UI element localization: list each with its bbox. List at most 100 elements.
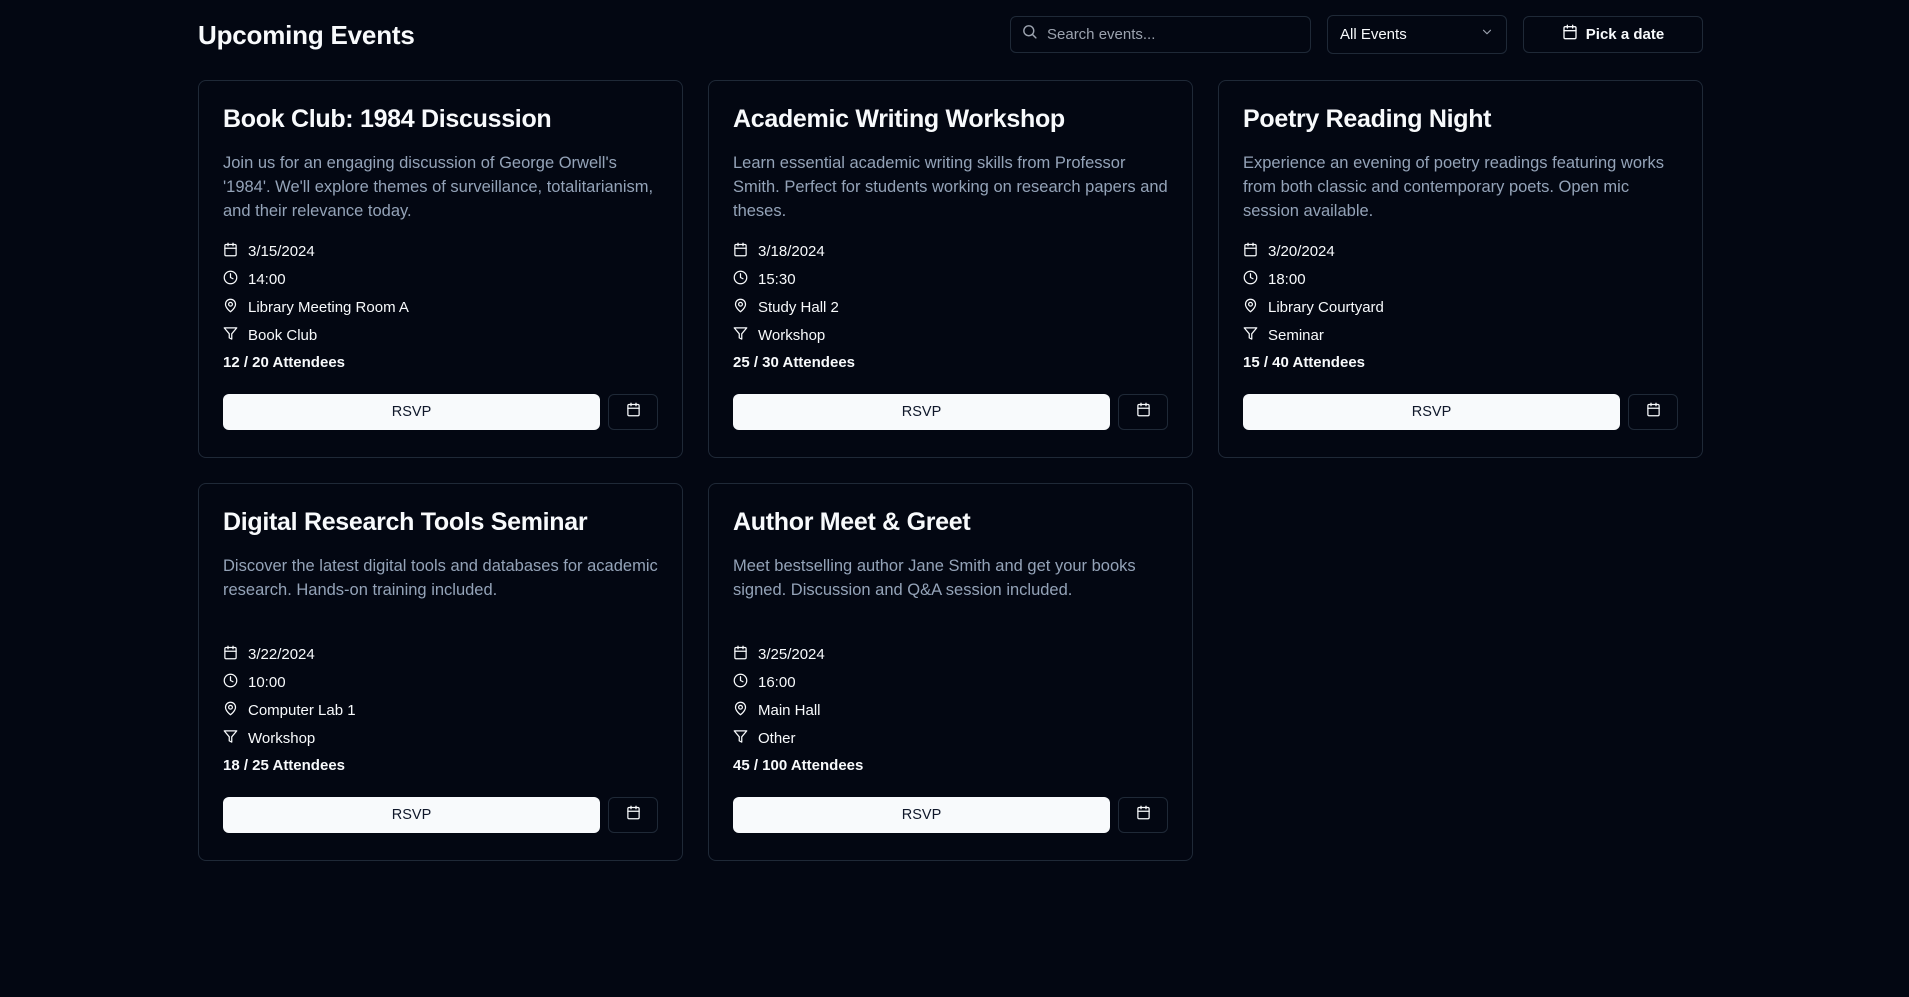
event-location-row: Computer Lab 1 <box>223 696 658 724</box>
event-time-row: 15:30 <box>733 265 1168 293</box>
calendar-icon <box>1243 242 1258 261</box>
event-location: Computer Lab 1 <box>248 701 356 719</box>
event-actions: RSVP <box>1243 394 1678 430</box>
event-card: Author Meet & Greet Meet bestselling aut… <box>708 483 1193 861</box>
calendar-icon <box>1136 805 1151 825</box>
event-category: Other <box>758 729 796 747</box>
rsvp-button[interactable]: RSVP <box>733 394 1110 430</box>
event-time-row: 16:00 <box>733 668 1168 696</box>
clock-icon <box>1243 270 1258 289</box>
event-title: Poetry Reading Night <box>1243 105 1492 133</box>
calendar-icon <box>223 645 238 664</box>
event-type-select[interactable]: All Events <box>1327 14 1507 54</box>
event-description: Discover the latest digital tools and da… <box>223 557 658 599</box>
header-controls: All Events Pick a date <box>1010 14 1703 54</box>
event-actions: RSVP <box>733 797 1168 833</box>
page-title: Upcoming Events <box>198 19 415 50</box>
rsvp-button[interactable]: RSVP <box>223 797 600 833</box>
calendar-icon <box>223 242 238 261</box>
calendar-icon <box>626 805 641 825</box>
event-title: Author Meet & Greet <box>733 508 971 536</box>
event-category-row: Other <box>733 724 1168 752</box>
event-location-row: Main Hall <box>733 696 1168 724</box>
event-card: Book Club: 1984 Discussion Join us for a… <box>198 80 683 458</box>
pick-date-label: Pick a date <box>1585 25 1665 43</box>
event-card: Academic Writing Workshop Learn essentia… <box>708 80 1193 458</box>
event-title: Book Club: 1984 Discussion <box>223 105 552 133</box>
event-date-row: 3/18/2024 <box>733 237 1168 265</box>
event-meta: 3/18/2024 15:30 Study Hall 2 Workshop 25… <box>733 237 1168 377</box>
event-time: 15:30 <box>758 270 796 288</box>
search-input[interactable] <box>1047 25 1300 43</box>
event-actions: RSVP <box>223 394 658 430</box>
event-category: Workshop <box>758 326 826 344</box>
map-pin-icon <box>733 298 748 317</box>
event-date: 3/15/2024 <box>248 242 315 260</box>
events-grid: Book Club: 1984 Discussion Join us for a… <box>198 80 1703 861</box>
event-description: Join us for an engaging discussion of Ge… <box>223 154 654 220</box>
event-description: Learn essential academic writing skills … <box>733 154 1168 220</box>
calendar-icon <box>1562 24 1578 44</box>
event-category: Book Club <box>248 326 318 344</box>
filter-icon <box>733 729 748 748</box>
calendar-icon <box>733 645 748 664</box>
event-description: Experience an evening of poetry readings… <box>1243 154 1664 220</box>
calendar-icon <box>733 242 748 261</box>
rsvp-button[interactable]: RSVP <box>733 797 1110 833</box>
rsvp-button[interactable]: RSVP <box>1243 394 1620 430</box>
event-attendees: 12 / 20 Attendees <box>223 354 345 371</box>
event-location: Main Hall <box>758 701 821 719</box>
clock-icon <box>733 673 748 692</box>
map-pin-icon <box>733 701 748 720</box>
event-title: Academic Writing Workshop <box>733 105 1065 133</box>
pick-date-button[interactable]: Pick a date <box>1523 15 1703 53</box>
event-time-row: 14:00 <box>223 265 658 293</box>
filter-icon <box>1243 326 1258 345</box>
event-attendees: 15 / 40 Attendees <box>1243 354 1365 371</box>
event-date: 3/20/2024 <box>1268 242 1335 260</box>
event-date-row: 3/15/2024 <box>223 237 658 265</box>
event-card: Poetry Reading Night Experience an eveni… <box>1218 80 1703 458</box>
event-time-row: 18:00 <box>1243 265 1678 293</box>
filter-icon <box>733 326 748 345</box>
event-description: Meet bestselling author Jane Smith and g… <box>733 557 1136 599</box>
event-attendees: 18 / 25 Attendees <box>223 757 345 774</box>
event-category: Seminar <box>1268 326 1324 344</box>
event-time: 18:00 <box>1268 270 1306 288</box>
search-box[interactable] <box>1010 15 1311 53</box>
calendar-icon <box>1646 402 1661 422</box>
map-pin-icon <box>223 701 238 720</box>
add-to-calendar-button[interactable] <box>608 394 658 430</box>
event-category-row: Workshop <box>223 724 658 752</box>
event-date: 3/25/2024 <box>758 645 825 663</box>
event-date-row: 3/25/2024 <box>733 640 1168 668</box>
filter-icon <box>223 729 238 748</box>
page-header: Upcoming Events All Events Pick a date <box>198 0 1703 70</box>
add-to-calendar-button[interactable] <box>608 797 658 833</box>
event-date: 3/18/2024 <box>758 242 825 260</box>
event-attendees: 45 / 100 Attendees <box>733 757 864 774</box>
event-location: Study Hall 2 <box>758 298 839 316</box>
add-to-calendar-button[interactable] <box>1628 394 1678 430</box>
event-location-row: Library Courtyard <box>1243 293 1678 321</box>
add-to-calendar-button[interactable] <box>1118 797 1168 833</box>
map-pin-icon <box>1243 298 1258 317</box>
clock-icon <box>223 673 238 692</box>
event-meta: 3/22/2024 10:00 Computer Lab 1 Workshop … <box>223 640 658 780</box>
event-actions: RSVP <box>733 394 1168 430</box>
chevron-down-icon <box>1480 25 1494 43</box>
add-to-calendar-button[interactable] <box>1118 394 1168 430</box>
event-time-row: 10:00 <box>223 668 658 696</box>
rsvp-button[interactable]: RSVP <box>223 394 600 430</box>
events-page: Upcoming Events All Events Pick a date <box>198 0 1703 861</box>
event-actions: RSVP <box>223 797 658 833</box>
event-location-row: Study Hall 2 <box>733 293 1168 321</box>
event-card: Digital Research Tools Seminar Discover … <box>198 483 683 861</box>
event-meta: 3/15/2024 14:00 Library Meeting Room A B… <box>223 237 658 377</box>
calendar-icon <box>626 402 641 422</box>
search-icon <box>1021 23 1038 45</box>
event-location: Library Meeting Room A <box>248 298 409 316</box>
event-type-selected: All Events <box>1340 25 1407 43</box>
event-category: Workshop <box>248 729 316 747</box>
clock-icon <box>223 270 238 289</box>
